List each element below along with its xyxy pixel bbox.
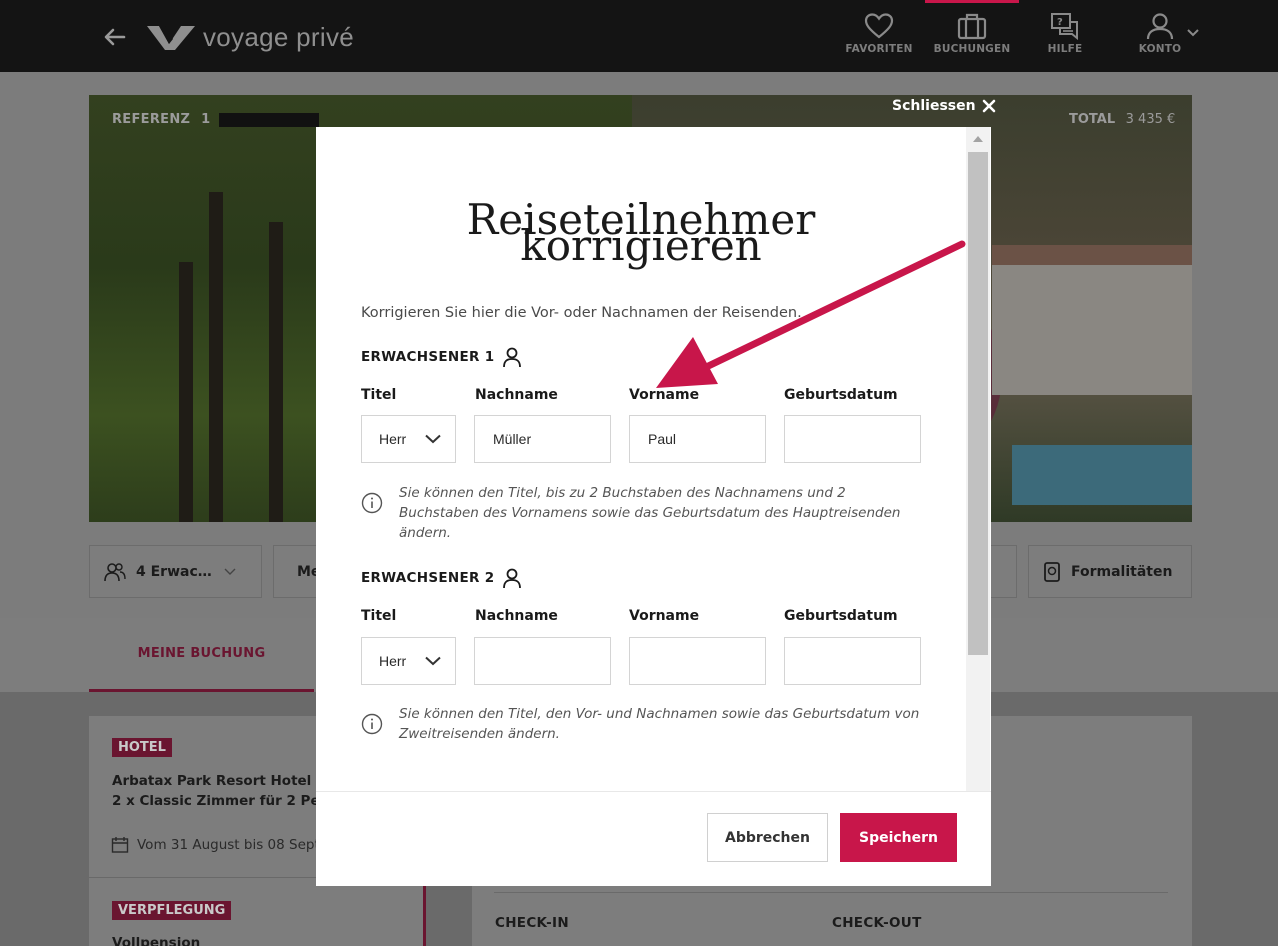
nav-label-buchungen: BUCHUNGEN — [933, 43, 1011, 55]
hero-palm-trunk — [179, 262, 193, 522]
active-section-marker — [423, 877, 426, 946]
nav-label-favoriten: FAVORITEN — [845, 43, 913, 55]
label-birthdate: Geburtsdatum — [784, 387, 898, 403]
chat-help-icon: ? — [1051, 13, 1078, 40]
adult-1-info: Sie können den Titel, bis zu 2 Buchstabe… — [361, 483, 931, 543]
close-label: Schliessen — [892, 98, 976, 114]
nav-favoriten[interactable]: FAVORITEN — [840, 0, 918, 72]
adult-2-info: Sie können den Titel, den Vor- und Nachn… — [361, 704, 931, 744]
info-icon — [361, 492, 383, 514]
brand-name: voyage privé — [203, 21, 355, 52]
adult-2-birthdate-input[interactable] — [784, 637, 921, 685]
label-title: Titel — [361, 387, 397, 403]
calendar-icon — [111, 837, 129, 853]
details-divider — [494, 892, 1168, 893]
hero-palm-trunk — [209, 192, 223, 522]
adult-1-birthdate-input[interactable] — [784, 415, 921, 463]
brand-logo[interactable]: voyage privé — [145, 20, 354, 54]
total-label: TOTAL — [1069, 112, 1116, 127]
adult-1-lastname-value: Müller — [493, 431, 532, 447]
travellers-filter-button[interactable]: 4 Erwac… — [89, 545, 262, 598]
label-title: Titel — [361, 608, 397, 624]
scroll-up-arrow-icon[interactable] — [973, 136, 983, 142]
adult-2-firstname-input[interactable] — [629, 637, 766, 685]
adult-2-lastname-input[interactable] — [474, 637, 611, 685]
nav-buchungen[interactable]: BUCHUNGEN — [925, 0, 1019, 72]
adult-1-info-text: Sie können den Titel, bis zu 2 Buchstabe… — [399, 485, 901, 541]
adult-1-firstname-value: Paul — [648, 431, 677, 447]
label-lastname: Nachname — [475, 608, 558, 624]
label-lastname: Nachname — [475, 387, 558, 403]
room-description: 2 x Classic Zimmer für 2 Perso — [112, 793, 344, 809]
svg-text:?: ? — [1057, 17, 1063, 28]
user-icon — [1146, 13, 1174, 40]
nav-label-hilfe: HILFE — [1047, 43, 1083, 55]
formalities-button[interactable]: Formalitäten — [1028, 545, 1192, 598]
adult-1-lastname-input[interactable]: Müller — [474, 415, 611, 463]
logo-mark-icon — [147, 26, 195, 50]
hero-palm-trunk — [269, 222, 283, 522]
adult-1-title-select[interactable]: Herr — [361, 415, 456, 463]
top-navigation-bar: voyage privé FAVORITEN BUCHUNGEN ? HILFE… — [0, 0, 1278, 72]
hotel-badge: HOTEL — [112, 738, 172, 757]
booking-total: TOTAL 3 435 € — [1069, 112, 1175, 127]
reference-label: REFERENZ — [112, 112, 191, 127]
nav-konto[interactable]: KONTO — [1125, 0, 1195, 72]
hero-pool — [1012, 445, 1192, 505]
adult-2-heading: ERWACHSENER 2 — [361, 567, 522, 589]
adult-2-title-select[interactable]: Herr — [361, 637, 456, 685]
cancel-button[interactable]: Abbrechen — [707, 813, 828, 862]
modal-title-line2: korrigieren — [520, 221, 762, 270]
hero-house — [992, 265, 1192, 395]
adult-2-heading-label: ERWACHSENER 2 — [361, 570, 495, 586]
board-type: Vollpension — [112, 935, 201, 946]
checkout-label: CHECK-OUT — [832, 915, 922, 931]
back-arrow-icon[interactable] — [100, 22, 130, 52]
info-icon — [361, 713, 383, 735]
booking-reference: REFERENZ 1 — [112, 112, 320, 127]
label-firstname: Vorname — [629, 387, 700, 403]
close-icon — [982, 99, 995, 113]
adult-1-heading-label: ERWACHSENER 1 — [361, 349, 495, 365]
total-value: 3 435 € — [1125, 112, 1176, 127]
chevron-down-icon — [224, 568, 236, 575]
travellers-filter-label: 4 Erwac… — [136, 563, 212, 580]
nav-label-konto: KONTO — [1138, 43, 1182, 55]
heart-icon — [864, 13, 894, 39]
chevron-down-icon — [425, 434, 441, 444]
hotel-name: Arbatax Park Resort Hotel Tell — [112, 773, 342, 789]
person-icon — [503, 568, 522, 589]
reference-redacted — [219, 112, 320, 127]
adult-2-info-text: Sie können den Titel, den Vor- und Nachn… — [399, 706, 920, 742]
label-firstname: Vorname — [629, 608, 700, 624]
modal-close-button[interactable]: Schliessen — [892, 98, 996, 114]
chevron-down-icon — [425, 656, 441, 666]
reference-value: 1 — [201, 112, 211, 127]
suitcase-icon — [957, 13, 987, 40]
board-badge: VERPFLEGUNG — [112, 901, 232, 920]
adult-1-firstname-input[interactable]: Paul — [629, 415, 766, 463]
adult-2-title-value: Herr — [379, 653, 407, 669]
checkin-label: CHECK-IN — [495, 915, 569, 931]
passport-icon — [1044, 561, 1060, 582]
label-birthdate: Geburtsdatum — [784, 608, 898, 624]
tab-meine-buchung[interactable]: MEINE BUCHUNG — [89, 618, 314, 692]
chevron-down-icon[interactable] — [1186, 28, 1200, 38]
modal-intro-text: Korrigieren Sie hier die Vor- oder Nachn… — [361, 305, 802, 321]
save-button[interactable]: Speichern — [840, 813, 957, 862]
modal-scrollbar-thumb[interactable] — [968, 152, 988, 655]
adult-1-heading: ERWACHSENER 1 — [361, 346, 522, 368]
people-icon — [104, 562, 126, 581]
stay-dates: Vom 31 August bis 08 Septe — [137, 837, 329, 853]
adult-1-title-value: Herr — [379, 431, 407, 447]
person-icon — [503, 347, 522, 368]
formalities-label: Formalitäten — [1071, 563, 1173, 580]
nav-hilfe[interactable]: ? HILFE — [1030, 0, 1100, 72]
